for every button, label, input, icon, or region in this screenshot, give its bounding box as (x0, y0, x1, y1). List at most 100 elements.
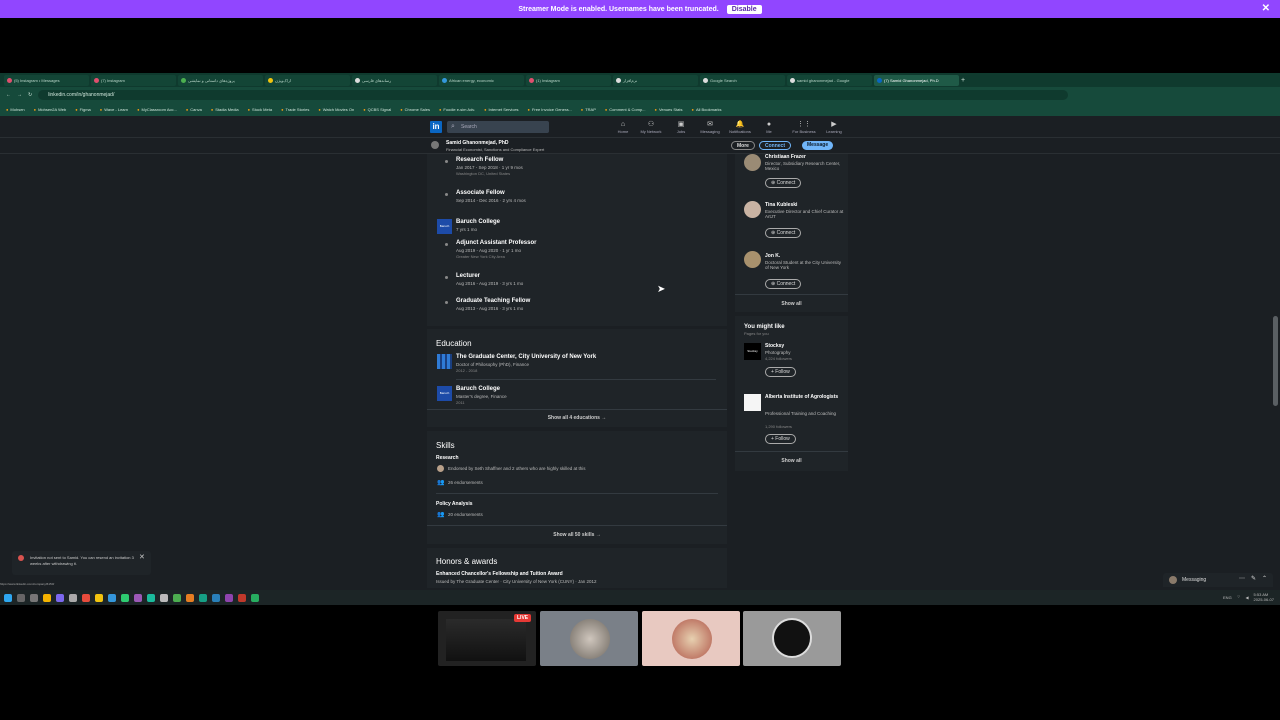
nav-messaging[interactable]: ✉ Messaging (697, 120, 723, 134)
tray-lang[interactable]: ENG (1223, 595, 1232, 600)
browser-tab[interactable]: African energy, economic (439, 74, 524, 86)
messaging-widget[interactable]: Messaging ⋯ ✎ ⌃ (1163, 573, 1273, 587)
new-tab-icon[interactable]: + (961, 77, 965, 84)
page-logo[interactable]: Stocksy (744, 343, 761, 360)
linkedin-logo[interactable]: in (430, 121, 442, 133)
nav-notifications[interactable]: 🔔 Notifications (727, 120, 753, 134)
show-all-educations-link[interactable]: Show all 4 educations → (427, 415, 727, 421)
message-button[interactable]: Message (802, 141, 834, 150)
app-icon[interactable] (160, 593, 168, 602)
company-logo[interactable]: Baruch (437, 219, 452, 234)
bookmark-item[interactable]: QCBS Signal (363, 107, 392, 112)
folder-icon[interactable] (95, 593, 103, 602)
browser-tab[interactable]: (1) Instagram (526, 74, 611, 86)
search-icon[interactable] (17, 593, 25, 602)
app-icon[interactable] (173, 593, 181, 602)
back-icon[interactable]: ← (6, 92, 11, 98)
app-icon[interactable] (225, 593, 233, 602)
url-input[interactable]: linkedin.com/in/ghanonmejad/ (38, 89, 1069, 100)
school-logo[interactable]: Baruch (437, 386, 452, 401)
bookmark-item[interactable]: Mohsen2A Web (34, 107, 66, 112)
close-banner-icon[interactable]: ✕ (1262, 3, 1270, 14)
bookmark-item[interactable]: Stadia Media (211, 107, 238, 112)
browser-tab[interactable]: اراک‌ویژن (265, 74, 350, 86)
app-icon[interactable] (199, 593, 207, 602)
nav-my-network[interactable]: ⚇ My Network (638, 120, 664, 134)
school-logo[interactable] (437, 354, 452, 369)
page-logo[interactable] (744, 394, 761, 411)
forward-icon[interactable]: → (17, 92, 22, 98)
app-icon[interactable] (251, 593, 259, 602)
bookmark-item[interactable]: Free Invoice Genera... (528, 107, 572, 112)
connect-button[interactable]: ⊕ Connect (765, 228, 802, 238)
show-all-pages-link[interactable]: Show all (735, 458, 848, 464)
bookmark-item[interactable]: All Bookmarks (692, 107, 722, 112)
show-all-people-link[interactable]: Show all (735, 301, 848, 307)
bookmark-item[interactable]: Trade Stories (281, 107, 309, 112)
nav-learning[interactable]: ▶ Learning (821, 120, 847, 134)
bookmark-item[interactable]: TRAP (581, 107, 596, 112)
browser-tab[interactable]: Google Search (700, 74, 785, 86)
page-name[interactable]: Alberta Institute of Agrologists (765, 394, 845, 400)
app-icon[interactable] (186, 593, 194, 602)
follow-button[interactable]: + Follow (765, 434, 796, 444)
bookmark-item[interactable]: Stock Meta (248, 107, 272, 112)
reload-icon[interactable]: ↻ (28, 92, 32, 98)
page-scrollbar[interactable] (1273, 316, 1278, 406)
close-icon[interactable]: ✕ (139, 553, 145, 561)
app-icon[interactable] (212, 593, 220, 602)
volume-icon[interactable]: ◀ (1245, 595, 1248, 600)
bookmark-item[interactable]: Comment & Comp... (605, 107, 645, 112)
obs-icon[interactable] (238, 593, 246, 602)
app-icon[interactable] (134, 593, 142, 602)
nav-home[interactable]: ⌂ Home (610, 120, 636, 134)
start-icon[interactable] (4, 593, 12, 602)
clock[interactable]: 5:53 AM 2025-06-07 (1254, 592, 1274, 602)
bookmark-item[interactable]: Chrome Sales (400, 107, 430, 112)
bookmark-item[interactable]: MyClassroom Acc... (137, 107, 177, 112)
disable-streamer-mode-button[interactable]: Disable (726, 4, 762, 14)
bookmark-item[interactable]: Mohsen (6, 107, 24, 112)
browser-tab[interactable]: نرم‌افزار (613, 74, 698, 86)
browser-tab[interactable]: (5) Instagram • Messages (4, 74, 89, 86)
app-icon[interactable] (121, 593, 129, 602)
bookmark-item[interactable]: Internet Services (484, 107, 519, 112)
browser-tab-active[interactable]: (7) Samid Ghanonmejad, Ph.D (874, 74, 959, 86)
page-name[interactable]: Stocksy (765, 343, 784, 349)
bookmark-item[interactable]: Venues Stats (655, 107, 683, 112)
search-input[interactable]: Search (447, 121, 549, 133)
app-icon[interactable] (82, 593, 90, 602)
school-name[interactable]: The Graduate Center, City University of … (456, 354, 596, 360)
browser-tab[interactable]: (7) Instagram (91, 74, 176, 86)
skill-name[interactable]: Policy Analysis (436, 501, 473, 507)
avatar[interactable] (744, 201, 761, 218)
browser-tab[interactable]: پروژه‌های داستانی و نمایشی (178, 74, 263, 86)
follow-button[interactable]: + Follow (765, 367, 796, 377)
browser-tab[interactable]: رسانه‌های فارسی (352, 74, 437, 86)
nav-me[interactable]: ● Me (756, 120, 782, 134)
whatsapp-icon[interactable] (147, 593, 155, 602)
browser-tab[interactable]: samid ghanonmejad - Google (787, 74, 872, 86)
person-name[interactable]: Tina Kubleski (765, 202, 797, 208)
school-name[interactable]: Baruch College (456, 386, 500, 392)
company-name[interactable]: Baruch College (456, 219, 500, 225)
avatar[interactable] (744, 251, 761, 268)
more-button[interactable]: More (731, 141, 755, 150)
bookmark-item[interactable]: Wave - Learn (100, 107, 128, 112)
skill-name[interactable]: Research (436, 455, 459, 461)
chrome-icon[interactable] (43, 593, 51, 602)
connect-button[interactable]: ⊕ Connect (765, 279, 802, 289)
bookmark-item[interactable]: Canva (186, 107, 202, 112)
show-all-skills-link[interactable]: Show all 50 skills → (427, 532, 727, 538)
chevron-up-icon[interactable]: ⌃ (1262, 575, 1267, 582)
avatar[interactable] (744, 154, 761, 171)
person-name[interactable]: Jon K. (765, 253, 780, 259)
connect-button[interactable]: ⊕ Connect (765, 178, 802, 188)
connect-button[interactable]: Connect (759, 141, 791, 150)
bookmark-item[interactable]: Watch Movies On (318, 107, 354, 112)
bookmark-item[interactable]: Foodie e-sim Adv. (439, 107, 475, 112)
more-icon[interactable]: ⋯ (1239, 575, 1245, 582)
compose-icon[interactable]: ✎ (1251, 575, 1256, 582)
wifi-icon[interactable]: ⌔ (1237, 594, 1241, 600)
app-icon[interactable] (108, 593, 116, 602)
